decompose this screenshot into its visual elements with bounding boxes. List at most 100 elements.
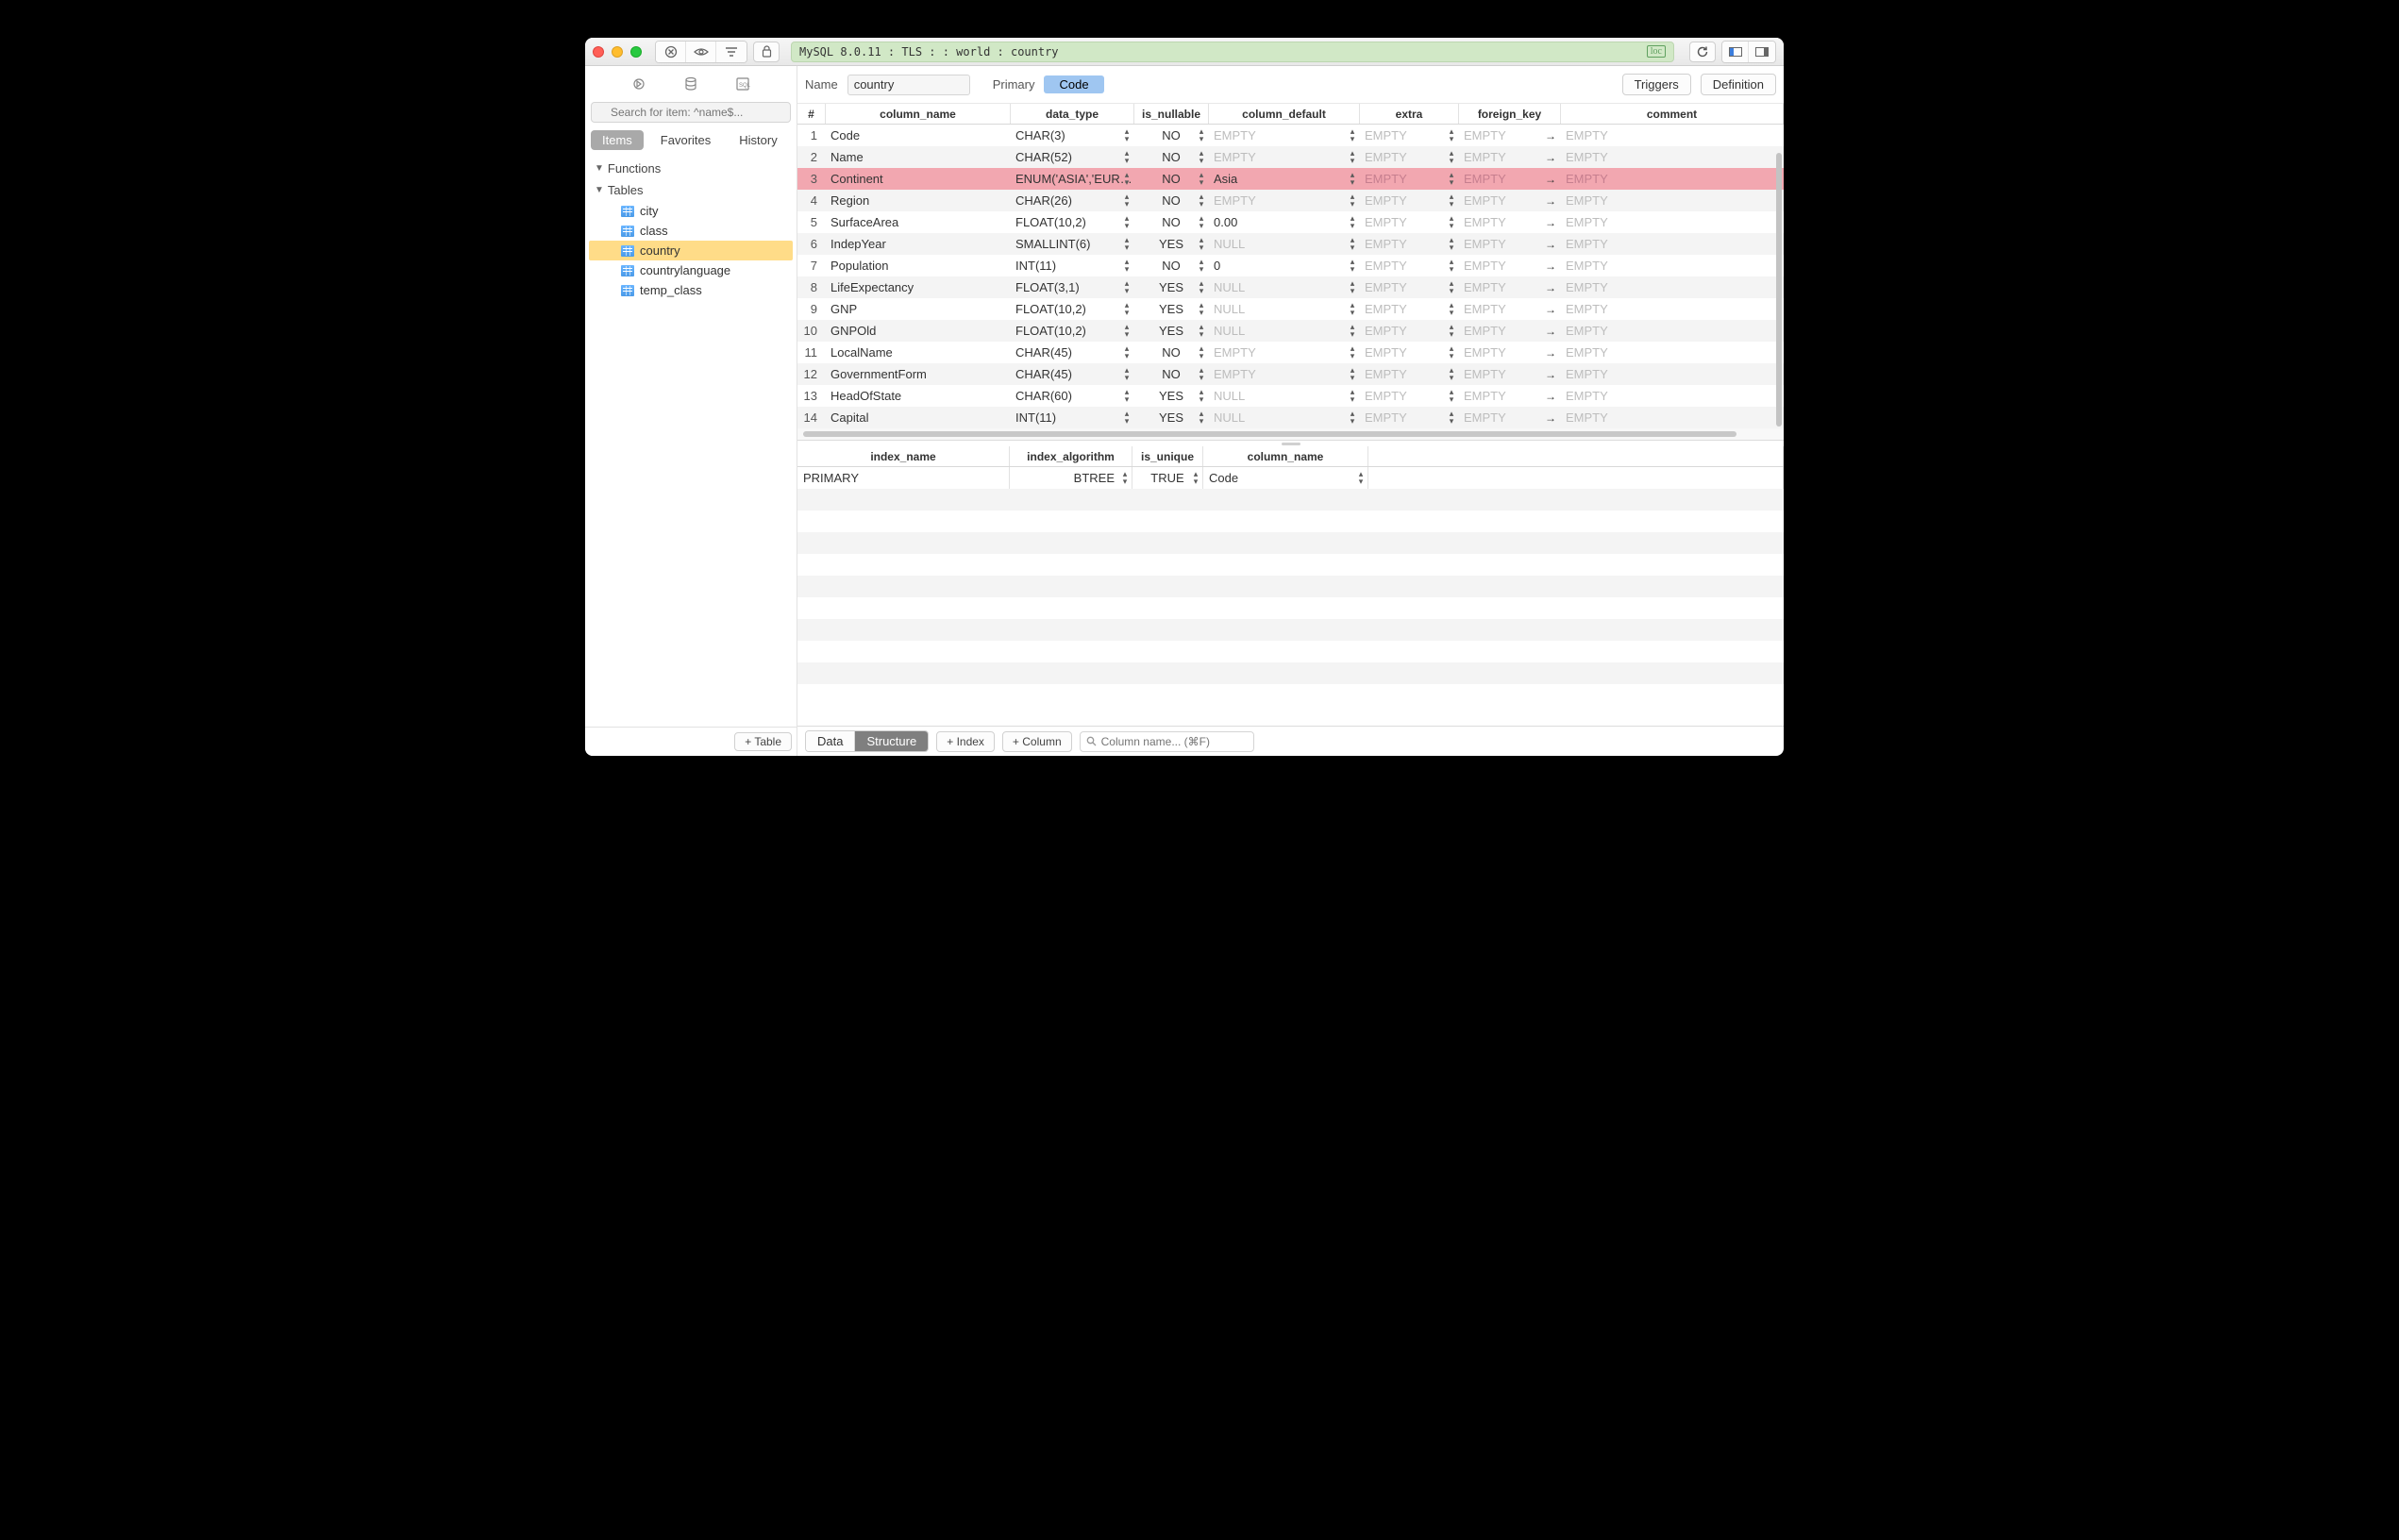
- sidebar-tab-items[interactable]: Items: [591, 130, 644, 150]
- column-row[interactable]: 14CapitalINT(11)▴▾YES▴▾NULL▴▾EMPTY▴▾EMPT…: [797, 407, 1784, 428]
- add-column-button[interactable]: + Column: [1002, 731, 1072, 752]
- extra-cell[interactable]: EMPTY▴▾: [1360, 385, 1459, 407]
- stepper-icon[interactable]: ▴▾: [1447, 127, 1456, 142]
- default-cell[interactable]: Asia▴▾: [1209, 168, 1360, 190]
- comment-cell[interactable]: EMPTY: [1561, 168, 1784, 190]
- stepper-icon[interactable]: ▴▾: [1122, 127, 1132, 142]
- column-header-foreign_key[interactable]: foreign_key: [1459, 104, 1561, 124]
- column-row[interactable]: 12GovernmentFormCHAR(45)▴▾NO▴▾EMPTY▴▾EMP…: [797, 363, 1784, 385]
- column-name-cell[interactable]: LifeExpectancy: [826, 276, 1011, 298]
- extra-cell[interactable]: EMPTY▴▾: [1360, 342, 1459, 363]
- data-type-cell[interactable]: INT(11)▴▾: [1011, 255, 1134, 276]
- column-header-is_nullable[interactable]: is_nullable: [1134, 104, 1209, 124]
- data-type-cell[interactable]: FLOAT(3,1)▴▾: [1011, 276, 1134, 298]
- stepper-icon[interactable]: ▴▾: [1197, 344, 1206, 360]
- stepper-icon[interactable]: ▴▾: [1122, 301, 1132, 316]
- foreign-key-cell[interactable]: EMPTY→: [1459, 363, 1561, 385]
- data-type-cell[interactable]: CHAR(3)▴▾: [1011, 125, 1134, 146]
- column-name-cell[interactable]: Region: [826, 190, 1011, 211]
- column-name-cell[interactable]: IndepYear: [826, 233, 1011, 255]
- nullable-cell[interactable]: YES▴▾: [1134, 276, 1209, 298]
- eye-icon[interactable]: [686, 42, 716, 62]
- nullable-cell[interactable]: NO▴▾: [1134, 211, 1209, 233]
- stepper-icon[interactable]: ▴▾: [1122, 344, 1132, 360]
- column-name-cell[interactable]: GNPOld: [826, 320, 1011, 342]
- default-cell[interactable]: NULL▴▾: [1209, 407, 1360, 428]
- comment-cell[interactable]: EMPTY: [1561, 211, 1784, 233]
- column-header-index[interactable]: #: [797, 104, 826, 124]
- column-header-extra[interactable]: extra: [1360, 104, 1459, 124]
- lock-icon[interactable]: [753, 42, 780, 62]
- extra-cell[interactable]: EMPTY▴▾: [1360, 298, 1459, 320]
- foreign-key-cell[interactable]: EMPTY→: [1459, 342, 1561, 363]
- column-header-column_name[interactable]: column_name: [826, 104, 1011, 124]
- column-row[interactable]: 1CodeCHAR(3)▴▾NO▴▾EMPTY▴▾EMPTY▴▾EMPTY→EM…: [797, 125, 1784, 146]
- stepper-icon[interactable]: ▴▾: [1120, 470, 1130, 485]
- column-search-input[interactable]: [1080, 731, 1254, 752]
- foreign-key-cell[interactable]: EMPTY→: [1459, 146, 1561, 168]
- stepper-icon[interactable]: ▴▾: [1197, 258, 1206, 273]
- vertical-scrollbar[interactable]: [1774, 153, 1784, 718]
- nullable-cell[interactable]: NO▴▾: [1134, 168, 1209, 190]
- column-header-comment[interactable]: comment: [1561, 104, 1784, 124]
- column-name-cell[interactable]: HeadOfState: [826, 385, 1011, 407]
- foreign-key-cell[interactable]: EMPTY→: [1459, 190, 1561, 211]
- default-cell[interactable]: 0.00▴▾: [1209, 211, 1360, 233]
- nullable-cell[interactable]: YES▴▾: [1134, 320, 1209, 342]
- comment-cell[interactable]: EMPTY: [1561, 190, 1784, 211]
- connection-icon[interactable]: [629, 75, 648, 93]
- comment-cell[interactable]: EMPTY: [1561, 320, 1784, 342]
- data-type-cell[interactable]: CHAR(45)▴▾: [1011, 363, 1134, 385]
- default-cell[interactable]: NULL▴▾: [1209, 298, 1360, 320]
- stepper-icon[interactable]: ▴▾: [1122, 410, 1132, 425]
- index-algo-cell[interactable]: BTREE▴▾: [1010, 467, 1132, 489]
- left-panel-toggle[interactable]: [1722, 42, 1749, 62]
- stepper-icon[interactable]: ▴▾: [1447, 301, 1456, 316]
- stepper-icon[interactable]: ▴▾: [1197, 279, 1206, 294]
- extra-cell[interactable]: EMPTY▴▾: [1360, 255, 1459, 276]
- triggers-button[interactable]: Triggers: [1622, 74, 1691, 95]
- sidebar-tab-favorites[interactable]: Favorites: [649, 130, 722, 150]
- column-row[interactable]: 11LocalNameCHAR(45)▴▾NO▴▾EMPTY▴▾EMPTY▴▾E…: [797, 342, 1784, 363]
- comment-cell[interactable]: EMPTY: [1561, 125, 1784, 146]
- data-type-cell[interactable]: FLOAT(10,2)▴▾: [1011, 320, 1134, 342]
- extra-cell[interactable]: EMPTY▴▾: [1360, 211, 1459, 233]
- tree-item-temp_class[interactable]: temp_class: [589, 280, 793, 300]
- column-name-cell[interactable]: LocalName: [826, 342, 1011, 363]
- comment-cell[interactable]: EMPTY: [1561, 276, 1784, 298]
- column-name-cell[interactable]: Population: [826, 255, 1011, 276]
- index-header-index_algorithm[interactable]: index_algorithm: [1010, 446, 1132, 466]
- index-unique-cell[interactable]: TRUE▴▾: [1132, 467, 1203, 489]
- stepper-icon[interactable]: ▴▾: [1197, 236, 1206, 251]
- data-type-cell[interactable]: CHAR(45)▴▾: [1011, 342, 1134, 363]
- stepper-icon[interactable]: ▴▾: [1348, 301, 1357, 316]
- nullable-cell[interactable]: YES▴▾: [1134, 407, 1209, 428]
- column-row[interactable]: 4RegionCHAR(26)▴▾NO▴▾EMPTY▴▾EMPTY▴▾EMPTY…: [797, 190, 1784, 211]
- nullable-cell[interactable]: YES▴▾: [1134, 233, 1209, 255]
- foreign-key-cell[interactable]: EMPTY→: [1459, 125, 1561, 146]
- data-tab[interactable]: Data: [806, 731, 855, 751]
- stepper-icon[interactable]: ▴▾: [1447, 258, 1456, 273]
- stepper-icon[interactable]: ▴▾: [1348, 171, 1357, 186]
- nullable-cell[interactable]: NO▴▾: [1134, 190, 1209, 211]
- close-window-button[interactable]: [593, 46, 604, 58]
- column-row[interactable]: 7PopulationINT(11)▴▾NO▴▾0▴▾EMPTY▴▾EMPTY→…: [797, 255, 1784, 276]
- stepper-icon[interactable]: ▴▾: [1122, 366, 1132, 381]
- right-panel-toggle[interactable]: [1749, 42, 1775, 62]
- index-header-column_name[interactable]: column_name: [1203, 446, 1368, 466]
- primary-key-pill[interactable]: Code: [1044, 75, 1103, 93]
- data-type-cell[interactable]: FLOAT(10,2)▴▾: [1011, 211, 1134, 233]
- default-cell[interactable]: NULL▴▾: [1209, 320, 1360, 342]
- stepper-icon[interactable]: ▴▾: [1348, 192, 1357, 208]
- stepper-icon[interactable]: ▴▾: [1122, 323, 1132, 338]
- sidebar-search-input[interactable]: [591, 102, 791, 123]
- column-name-cell[interactable]: GovernmentForm: [826, 363, 1011, 385]
- column-name-cell[interactable]: GNP: [826, 298, 1011, 320]
- foreign-key-cell[interactable]: EMPTY→: [1459, 168, 1561, 190]
- stepper-icon[interactable]: ▴▾: [1348, 388, 1357, 403]
- stepper-icon[interactable]: ▴▾: [1447, 149, 1456, 164]
- stepper-icon[interactable]: ▴▾: [1122, 192, 1132, 208]
- extra-cell[interactable]: EMPTY▴▾: [1360, 363, 1459, 385]
- default-cell[interactable]: 0▴▾: [1209, 255, 1360, 276]
- default-cell[interactable]: NULL▴▾: [1209, 233, 1360, 255]
